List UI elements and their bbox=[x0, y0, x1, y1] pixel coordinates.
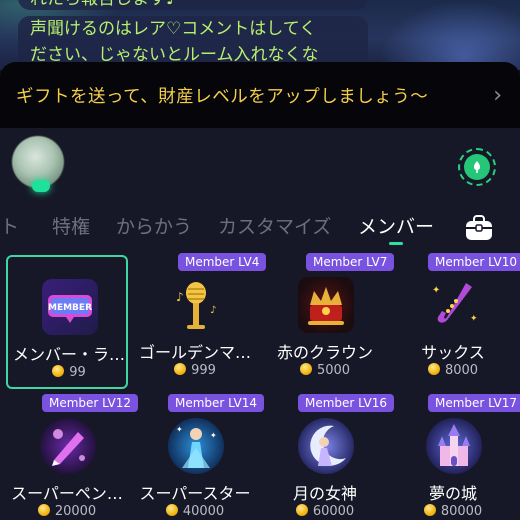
tab-customize[interactable]: カスタマイズ bbox=[218, 212, 331, 239]
gift-name: サックス bbox=[421, 343, 485, 362]
coin-icon bbox=[423, 504, 436, 516]
svg-text:✦: ✦ bbox=[210, 431, 217, 440]
tab-member[interactable]: メンバー bbox=[358, 212, 434, 239]
price-value: 999 bbox=[191, 363, 216, 378]
svg-text:✦: ✦ bbox=[470, 314, 478, 324]
active-tab-indicator bbox=[389, 242, 403, 245]
gift-item[interactable]: Member LV12 スーパーペン… 20000 bbox=[6, 394, 139, 520]
gift-price: 20000 bbox=[6, 504, 128, 519]
super-pen-icon bbox=[40, 418, 96, 474]
price-value: 20000 bbox=[54, 504, 97, 519]
gift-name: 夢の城 bbox=[428, 484, 477, 503]
member-level-tag: Member LV16 bbox=[298, 394, 395, 412]
coin-icon bbox=[174, 363, 187, 375]
gift-item[interactable]: Member LV17 夢の城 80000 bbox=[392, 394, 520, 520]
gift-item[interactable]: Member LV4 ♪ ♪ ゴールデンマ… 999 bbox=[134, 253, 267, 389]
gift-item[interactable]: MEMBER メンバー・ラ… 99 bbox=[6, 255, 128, 389]
mic-icon bbox=[464, 154, 490, 180]
gift-panel: ギフトを送って、財産レベルをアップしましょう〜 › ト 特権 からかう カスタマ… bbox=[0, 62, 520, 520]
gift-name: メンバー・ラ… bbox=[12, 345, 125, 364]
bag-icon bbox=[466, 215, 492, 240]
svg-text:✦: ✦ bbox=[176, 425, 183, 434]
tab-gift[interactable]: ト bbox=[0, 212, 19, 239]
live-stream-background: れたら報告します♪ 声聞けるのはレア♡コメントはしてく ださい、じゃないとルーム… bbox=[0, 0, 520, 70]
gift-price: 40000 bbox=[134, 504, 256, 519]
member-level-tag: Member LV10 bbox=[428, 253, 520, 271]
price-value: 5000 bbox=[316, 363, 351, 378]
gift-name: スーパースター bbox=[139, 484, 251, 503]
coin-icon bbox=[427, 363, 440, 375]
svg-text:MEMBER: MEMBER bbox=[48, 303, 92, 313]
gift-name: 赤のクラウン bbox=[276, 343, 373, 362]
coin-icon bbox=[37, 504, 50, 516]
gift-item[interactable]: Member LV14 ✦ ✦ スーパースター 40000 bbox=[134, 394, 265, 520]
wealth-level-banner[interactable]: ギフトを送って、財産レベルをアップしましょう〜 › bbox=[0, 62, 520, 128]
member-level-tag: Member LV14 bbox=[168, 394, 265, 412]
saxophone-icon: ✦ ✦ bbox=[426, 277, 482, 333]
coin-icon bbox=[52, 365, 65, 377]
svg-text:♪: ♪ bbox=[210, 305, 216, 316]
gift-category-tabs: ト 特権 からかう カスタマイズ メンバー bbox=[0, 202, 520, 250]
svg-text:✦: ✦ bbox=[432, 285, 440, 296]
price-value: 40000 bbox=[182, 504, 225, 519]
gift-price: 60000 bbox=[264, 504, 386, 519]
svg-text:♪: ♪ bbox=[176, 290, 184, 304]
backpack-button[interactable] bbox=[464, 214, 494, 242]
gift-price: 99 bbox=[8, 365, 130, 380]
member-level-tag: Member LV7 bbox=[306, 253, 395, 271]
recipient-row bbox=[0, 132, 520, 196]
banner-text: ギフトを送って、財産レベルをアップしましょう〜 bbox=[16, 86, 429, 107]
gift-item[interactable]: Member LV10 ✦ ✦ サックス 8000 bbox=[392, 253, 520, 389]
member-level-tag: Member LV12 bbox=[42, 394, 139, 412]
dream-castle-icon bbox=[426, 418, 482, 474]
chevron-right-icon: › bbox=[493, 82, 502, 108]
tab-tease[interactable]: からかう bbox=[116, 212, 192, 239]
chat-message-line: 声聞けるのはレア♡コメントはしてく bbox=[30, 19, 317, 39]
tab-privilege[interactable]: 特権 bbox=[52, 212, 90, 239]
golden-mic-icon: ♪ ♪ bbox=[168, 277, 224, 333]
gift-price: 5000 bbox=[264, 363, 386, 378]
superstar-icon: ✦ ✦ bbox=[168, 418, 224, 474]
stage-glow bbox=[380, 0, 520, 70]
member-level-tag: Member LV17 bbox=[428, 394, 520, 412]
member-badge-icon: MEMBER bbox=[42, 279, 98, 335]
coin-icon bbox=[295, 504, 308, 516]
coin-icon bbox=[165, 504, 178, 516]
red-crown-icon bbox=[298, 277, 354, 333]
member-level-tag: Member LV4 bbox=[178, 253, 267, 271]
moon-goddess-icon bbox=[298, 418, 354, 474]
price-value: 99 bbox=[69, 365, 86, 380]
gift-name: ゴールデンマ… bbox=[138, 343, 251, 362]
price-value: 80000 bbox=[440, 504, 483, 519]
coin-icon bbox=[299, 363, 312, 375]
gift-item[interactable]: Member LV7 赤のクラウン 5000 bbox=[264, 253, 395, 389]
gift-item[interactable]: Member LV16 月の女神 60000 bbox=[264, 394, 395, 520]
chat-message-previous: れたら報告します♪ bbox=[18, 0, 368, 10]
gift-name: 月の女神 bbox=[292, 484, 357, 503]
price-value: 8000 bbox=[444, 363, 479, 378]
gift-name: スーパーペン… bbox=[11, 484, 123, 503]
price-value: 60000 bbox=[312, 504, 355, 519]
live-badge bbox=[32, 180, 50, 192]
gift-price: 999 bbox=[134, 363, 256, 378]
gift-price: 80000 bbox=[392, 504, 514, 519]
gift-price: 8000 bbox=[392, 363, 514, 378]
mic-button[interactable] bbox=[458, 148, 496, 186]
